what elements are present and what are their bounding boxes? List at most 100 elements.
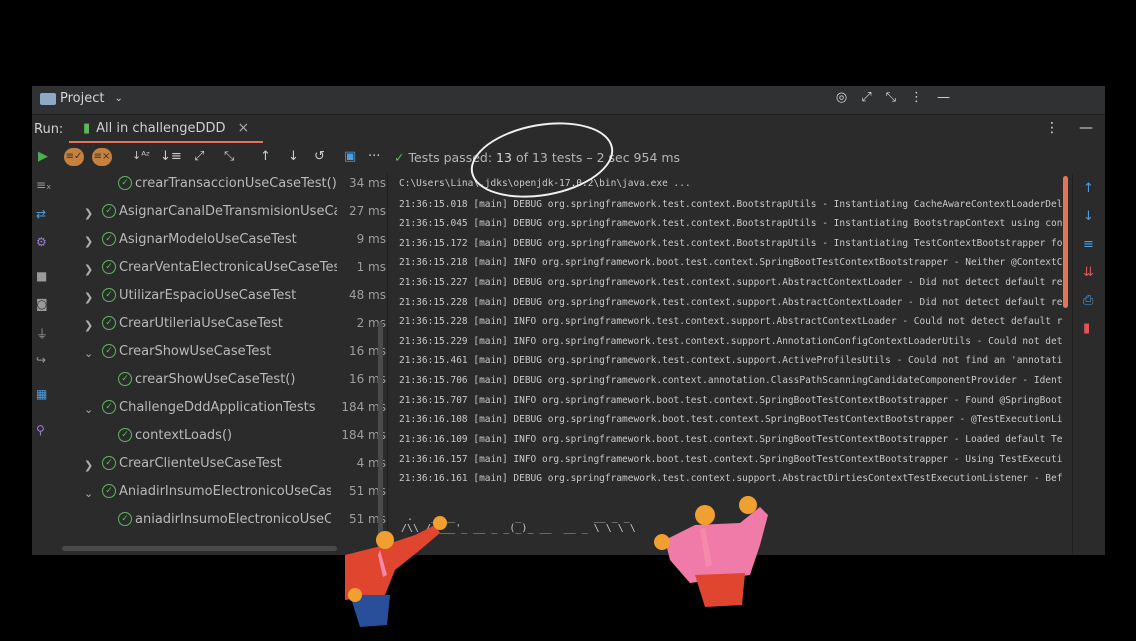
filter-icon[interactable]: ≡ₓ — [36, 178, 51, 192]
check-circle-icon: ✓ — [102, 316, 116, 330]
chevron-down-icon[interactable]: ⌄ — [84, 487, 93, 500]
sort-duration-icon[interactable]: ↓≡ — [160, 149, 182, 164]
test-name: AsignarCanalDeTransmisionUseCaseTest — [119, 204, 337, 219]
run-icon[interactable]: ▶ — [38, 149, 48, 164]
console-scrollbar[interactable] — [1063, 176, 1068, 308]
print-icon[interactable]: ⎙ — [1083, 293, 1093, 308]
tree-row[interactable]: ❯ ✓ CrearVentaElectronicaUseCaseTest 1 m… — [56, 257, 386, 285]
more-vertical-icon[interactable]: ⋮ — [910, 90, 923, 105]
check-circle-icon: ✓ — [118, 176, 132, 190]
test-name: CrearVentaElectronicaUseCaseTest — [119, 260, 337, 275]
tree-row[interactable]: ❯ ✓ AsignarModeloUseCaseTest 9 ms — [56, 229, 386, 257]
console-line: 21:36:15.172 [main] DEBUG org.springfram… — [399, 238, 1063, 249]
test-name: aniadirInsumoElectronicoUseCaseTest() — [135, 512, 331, 527]
camera-icon[interactable]: ◙ — [36, 297, 48, 311]
chevron-right-icon[interactable]: ❯ — [84, 459, 93, 472]
expand-icon[interactable]: ⤢ — [861, 90, 871, 105]
collapse-icon[interactable]: ⤡ — [886, 90, 896, 105]
check-circle-icon: ✓ — [102, 344, 116, 358]
test-time: 9 ms — [356, 232, 386, 246]
chevron-down-icon[interactable]: ⌄ — [84, 347, 93, 360]
tree-row[interactable]: ⌄ ✓ CrearShowUseCaseTest 16 ms — [56, 341, 386, 369]
sort-alpha-icon[interactable]: ↓ᴬᶻ — [132, 149, 150, 162]
minimize-icon[interactable]: — — [1079, 120, 1093, 136]
console-line: 21:36:15.707 [main] INFO org.springframe… — [399, 395, 1063, 406]
celebrating-person-left-illustration — [345, 516, 447, 627]
test-name: ChallengeDddApplicationTests — [119, 400, 316, 415]
close-icon[interactable]: × — [237, 120, 249, 136]
layout-icon[interactable]: ▦ — [36, 387, 47, 401]
run-tab-all-in-challengeddd[interactable]: ▮ All in challengeDDD × — [69, 115, 264, 143]
tree-row[interactable]: ✓ crearTransaccionUseCaseTest() 34 ms — [56, 173, 386, 201]
console-line: 21:36:15.461 [main] DEBUG org.springfram… — [399, 355, 1063, 366]
check-circle-icon: ✓ — [102, 400, 116, 414]
next-failed-icon[interactable]: ↓ — [288, 149, 299, 164]
chevron-down-icon[interactable]: ⌄ — [84, 403, 93, 416]
tree-row[interactable]: ⌄ ✓ ChallengeDddApplicationTests 184 ms — [56, 397, 386, 425]
console-line: 21:36:16.109 [main] INFO org.springframe… — [399, 434, 1063, 445]
target-icon[interactable]: ◎ — [836, 90, 847, 105]
gear-icon[interactable]: ⚙ — [36, 235, 47, 249]
chevron-right-icon[interactable]: ❯ — [84, 291, 93, 304]
console-line: 21:36:15.228 [main] INFO org.springframe… — [399, 316, 1063, 327]
tree-row[interactable]: ❯ ✓ AsignarCanalDeTransmisionUseCaseTest… — [56, 201, 386, 229]
test-name: crearTransaccionUseCaseTest() — [135, 176, 337, 191]
project-selector[interactable]: Project ⌄ — [40, 91, 123, 106]
more-vertical-icon[interactable]: ⋮ — [1045, 120, 1059, 136]
minimize-icon[interactable]: — — [937, 90, 950, 105]
test-tree: ✓ crearTransaccionUseCaseTest() 34 ms ❯ … — [56, 173, 386, 555]
swap-icon[interactable]: ⇄ — [36, 207, 46, 221]
console-line: 21:36:15.228 [main] DEBUG org.springfram… — [399, 297, 1063, 308]
scroll-down-icon[interactable]: ↓ — [1083, 209, 1094, 224]
console-line: 21:36:15.045 [main] DEBUG org.springfram… — [399, 218, 1063, 229]
tree-row[interactable]: ❯ ✓ CrearClienteUseCaseTest 4 ms — [56, 453, 386, 481]
test-flask-icon: ▮ — [83, 120, 91, 136]
check-circle-icon: ✓ — [102, 456, 116, 470]
stop-icon[interactable]: ■ — [36, 269, 47, 283]
console-line: 21:36:16.108 [main] DEBUG org.springfram… — [399, 414, 1063, 425]
right-tool-strip: ↑ ↓ ≡ ⇊ ⎙ ▮ — [1072, 173, 1105, 555]
test-name: AsignarModeloUseCaseTest — [119, 232, 297, 247]
expand-all-icon[interactable]: ⤢ — [194, 149, 204, 164]
test-name: CrearClienteUseCaseTest — [119, 456, 282, 471]
tree-horizontal-scrollbar[interactable] — [62, 546, 337, 551]
tree-row[interactable]: ✓ crearShowUseCaseTest() 16 ms — [56, 369, 386, 397]
chevron-right-icon[interactable]: ❯ — [84, 263, 93, 276]
project-toolbar: Project ⌄ ◎ ⤢ ⤡ ⋮ — — [32, 86, 1105, 115]
console-line: 21:36:15.218 [main] INFO org.springframe… — [399, 257, 1063, 268]
test-name: UtilizarEspacioUseCaseTest — [119, 288, 297, 303]
exit-icon[interactable]: ↪ — [36, 353, 46, 367]
console-line: 21:36:15.018 [main] DEBUG org.springfram… — [399, 199, 1063, 210]
chevron-right-icon[interactable]: ❯ — [84, 235, 93, 248]
run-tab-label: All in challengeDDD — [96, 120, 226, 136]
tree-row[interactable]: ✓ contextLoads() 184 ms — [56, 425, 386, 453]
chevron-right-icon[interactable]: ❯ — [84, 319, 93, 332]
tree-row[interactable]: ❯ ✓ UtilizarEspacioUseCaseTest 48 ms — [56, 285, 386, 313]
celebrating-person-right-illustration — [654, 496, 768, 607]
runbar-actions: ⋮ — — [1045, 120, 1093, 136]
scroll-up-icon[interactable]: ↑ — [1083, 181, 1094, 196]
show-ignored-icon[interactable]: ≡× — [92, 148, 112, 166]
test-name: CrearShowUseCaseTest — [119, 344, 272, 359]
tree-row[interactable]: ❯ ✓ CrearUtileriaUseCaseTest 2 ms — [56, 313, 386, 341]
pin-icon[interactable]: ⚲ — [36, 423, 45, 437]
tree-row[interactable]: ⌄ ✓ AniadirInsumoElectronicoUseCaseTest … — [56, 481, 386, 509]
show-passed-icon[interactable]: ≡✓ — [64, 148, 84, 166]
chevron-right-icon[interactable]: ❯ — [84, 207, 93, 220]
collapse-all-icon[interactable]: ⤡ — [224, 149, 234, 164]
check-circle-icon: ✓ — [102, 204, 116, 218]
panel-divider[interactable] — [387, 173, 388, 555]
check-circle-icon: ✓ — [394, 150, 405, 165]
test-history-icon[interactable]: ↺ — [314, 149, 325, 164]
console-line: 21:36:16.161 [main] DEBUG org.springfram… — [399, 473, 1063, 484]
check-circle-icon: ✓ — [102, 260, 116, 274]
scroll-to-end-icon[interactable]: ⇊ — [1083, 265, 1094, 280]
left-tool-strip: ≡ₓ ⇄ ⚙ ■ ◙ ⏚ ↪ ▦ ⚲ — [32, 173, 54, 555]
more-horizontal-icon[interactable]: ··· — [368, 149, 380, 164]
plug-icon[interactable]: ⏚ — [36, 325, 48, 342]
soft-wrap-icon[interactable]: ≡ — [1083, 237, 1094, 252]
previous-failed-icon[interactable]: ↑ — [260, 149, 271, 164]
trash-icon[interactable]: ▮ — [1083, 321, 1090, 336]
export-icon[interactable]: ▣ — [344, 149, 356, 164]
chevron-down-icon: ⌄ — [114, 93, 123, 104]
